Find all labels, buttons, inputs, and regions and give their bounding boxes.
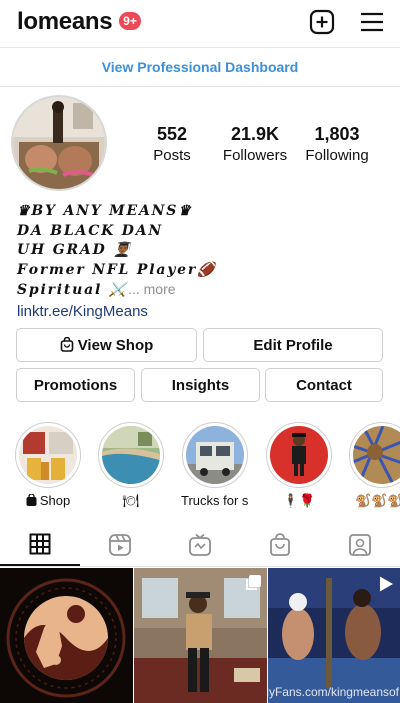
bio-line: 𝑭𝒐𝒓𝒎𝒆𝒓 𝑵𝑭𝑳 𝑷𝒍𝒂𝒚𝒆𝒓🏈 bbox=[17, 261, 217, 278]
highlight-food[interactable]: 🍽 bbox=[97, 422, 165, 509]
profile-bio: ♛𝑩𝒀 𝑨𝑵𝒀 𝑴𝑬𝑨𝑵𝑺♛ 𝑫𝑨 𝑩𝑳𝑨𝑪𝑲 𝑫𝑨𝑵 𝑼𝑯 𝑮𝑹𝑨𝑫 👨🏾‍🎓… bbox=[17, 202, 383, 320]
tab-igtv[interactable] bbox=[160, 524, 240, 566]
grid-post[interactable] bbox=[0, 568, 133, 703]
tab-shop[interactable] bbox=[240, 524, 320, 566]
shopping-bag-icon bbox=[60, 336, 74, 352]
tab-tagged[interactable] bbox=[320, 524, 400, 566]
bio-line: ♛𝑩𝒀 𝑨𝑵𝒀 𝑴𝑬𝑨𝑵𝑺♛ bbox=[17, 203, 193, 219]
stat-posts[interactable]: 552 Posts bbox=[148, 124, 196, 164]
contact-button[interactable]: Contact bbox=[265, 368, 383, 402]
bio-line: 𝑼𝑯 𝑮𝑹𝑨𝑫 👨🏾‍🎓 bbox=[17, 242, 133, 258]
reels-icon bbox=[109, 534, 131, 556]
view-shop-button[interactable]: View Shop bbox=[16, 328, 197, 362]
highlight-ring bbox=[182, 422, 248, 488]
highlight-trucks[interactable]: Trucks for s... bbox=[181, 422, 249, 508]
insights-button[interactable]: Insights bbox=[141, 368, 260, 402]
top-header: lomeans 9+ bbox=[0, 0, 400, 46]
view-professional-dashboard-link[interactable]: View Professional Dashboard bbox=[0, 47, 400, 87]
bio-line: 𝑺𝒑𝒊𝒓𝒊𝒕𝒖𝒂𝒍 ⚔️ bbox=[17, 282, 129, 298]
highlight-caption: 🍽 bbox=[122, 493, 140, 508]
view-shop-label: View Shop bbox=[77, 337, 154, 354]
highlight-ring bbox=[266, 422, 332, 488]
tagged-icon bbox=[349, 534, 371, 556]
grid-post[interactable] bbox=[134, 568, 267, 703]
edit-profile-button[interactable]: Edit Profile bbox=[203, 328, 383, 362]
reel-play-icon bbox=[380, 576, 393, 592]
watermark-text: OnlyFans.com/kingmeansof bbox=[268, 685, 399, 699]
followers-label: Followers bbox=[222, 147, 288, 164]
bio-line-last: 𝑺𝒑𝒊𝒓𝒊𝒕𝒖𝒂𝒍 ⚔️... more bbox=[17, 280, 383, 301]
grid-post[interactable]: OnlyFans.com/kingmeansof bbox=[268, 568, 400, 703]
stat-followers[interactable]: 21.9K Followers bbox=[220, 124, 290, 164]
carousel-icon bbox=[246, 575, 261, 590]
profile-tabs bbox=[0, 524, 400, 567]
highlight-monkeys[interactable]: 🐒🐒🐒 bbox=[349, 422, 400, 509]
posts-count: 552 bbox=[156, 124, 188, 144]
highlight-shop[interactable]: Shop bbox=[14, 422, 82, 508]
highlight-caption: 🕴🌹 bbox=[282, 493, 316, 508]
highlight-caption: Trucks for s... bbox=[181, 493, 249, 508]
posts-label: Posts bbox=[153, 147, 191, 164]
highlight-ring bbox=[349, 422, 400, 488]
followers-count: 21.9K bbox=[230, 124, 280, 144]
bio-line: 𝑫𝑨 𝑩𝑳𝑨𝑪𝑲 𝑫𝑨𝑵 bbox=[17, 222, 164, 239]
stat-following[interactable]: 1,803 Following bbox=[302, 124, 372, 164]
grid-icon bbox=[29, 533, 51, 555]
highlight-caption: 🐒🐒🐒 bbox=[355, 493, 400, 508]
highlight-ring bbox=[98, 422, 164, 488]
notification-badge[interactable]: 9+ bbox=[119, 12, 141, 30]
tab-grid[interactable] bbox=[0, 524, 80, 566]
highlight-ring bbox=[15, 422, 81, 488]
bio-more-link[interactable]: ... more bbox=[128, 281, 175, 297]
following-label: Following bbox=[305, 147, 369, 164]
highlight-caption: Shop bbox=[14, 493, 82, 508]
following-count: 1,803 bbox=[314, 124, 360, 144]
shop-bag-icon bbox=[270, 533, 290, 556]
promotions-button[interactable]: Promotions bbox=[16, 368, 135, 402]
username-title[interactable]: lomeans bbox=[17, 8, 113, 36]
profile-avatar[interactable] bbox=[11, 95, 107, 191]
plus-square-icon[interactable] bbox=[309, 9, 335, 35]
shopping-bag-icon bbox=[26, 493, 37, 506]
tab-reels[interactable] bbox=[80, 524, 160, 566]
highlight-suit[interactable]: 🕴🌹 bbox=[265, 422, 333, 509]
bio-website-link[interactable]: linktr.ee/KingMeans bbox=[17, 303, 383, 320]
hamburger-menu-icon[interactable] bbox=[359, 9, 385, 35]
igtv-icon bbox=[189, 533, 211, 556]
highlight-shop-label: Shop bbox=[39, 493, 71, 508]
